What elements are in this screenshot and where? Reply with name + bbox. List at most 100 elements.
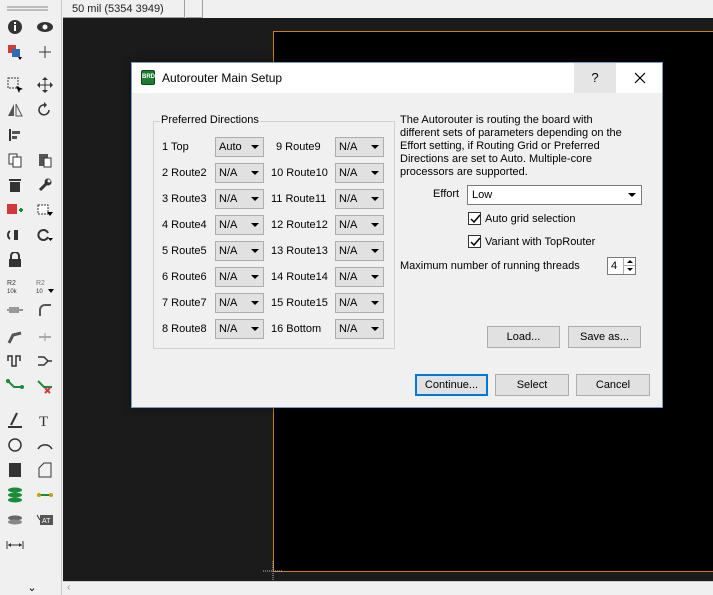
circle-icon[interactable] [5,435,25,455]
crosshair-cursor [263,561,283,581]
help-button[interactable]: ? [574,63,616,93]
layer-label: 12 Route12 [271,219,328,231]
preferred-directions-title: Preferred Directions [160,114,260,126]
status-bar: 50 mil (5354 3949) [63,0,713,18]
route-diff-icon[interactable] [35,351,55,371]
variant-toprouter-checkbox[interactable] [468,235,481,248]
replace-icon[interactable] [35,200,55,220]
layer-direction-select[interactable]: N/A [215,267,264,287]
layer-direction-value: N/A [219,245,238,257]
chevron-down-icon [371,275,379,279]
add-part-icon[interactable] [5,200,25,220]
threads-spinbox[interactable]: 4 [607,257,636,275]
arc-icon[interactable] [35,435,55,455]
line-icon[interactable] [5,410,25,430]
miter-icon[interactable] [35,300,55,320]
name-icon[interactable]: R2 10 [35,277,55,297]
move-icon[interactable] [35,75,55,95]
signal-icon[interactable] [35,485,55,505]
select-button[interactable]: Select [495,374,569,396]
route-icon[interactable] [5,376,25,396]
value-icon[interactable]: R2 10k [5,277,25,297]
polygon-icon[interactable] [35,460,55,480]
layer-direction-value: N/A [339,297,358,309]
layer-direction-value: N/A [219,193,238,205]
layer-direction-select[interactable]: N/A [335,137,384,157]
coordinate-display: 50 mil (5354 3949) [63,0,185,18]
layer-direction-select[interactable]: N/A [335,267,384,287]
layer-direction-value: N/A [219,167,238,179]
spin-down-icon[interactable] [623,266,635,274]
chevron-down-icon [371,249,379,253]
layer-label: 14 Route14 [271,271,328,283]
layer-direction-value: N/A [219,323,238,335]
info-icon[interactable] [5,17,25,37]
layer-direction-select[interactable]: N/A [215,189,264,209]
save-as-button[interactable]: Save as... [568,326,641,348]
delete-icon[interactable] [5,175,25,195]
dimension-icon[interactable] [5,535,25,555]
layer-direction-select[interactable]: N/A [335,241,384,261]
select-label: Select [516,379,548,391]
layer-direction-select[interactable]: N/A [335,215,384,235]
layer-direction-select[interactable]: N/A [215,241,264,261]
align-icon[interactable] [5,125,25,145]
wrench-icon[interactable] [35,175,55,195]
lock-icon[interactable] [5,250,25,270]
smash-icon[interactable] [5,300,25,320]
spin-up-icon[interactable] [623,258,635,266]
swap-icon[interactable] [5,225,25,245]
change-icon[interactable] [35,225,55,245]
ripup-icon[interactable] [35,376,55,396]
eye-icon[interactable] [35,17,55,37]
chevron-down-icon [251,171,259,175]
meander-icon[interactable] [5,351,25,371]
via-icon[interactable] [5,485,25,505]
layer-label: 13 Route13 [271,245,328,257]
layer-direction-select[interactable]: N/A [335,189,384,209]
chevron-down-icon [628,193,636,197]
auto-grid-checkbox[interactable] [468,212,481,225]
rect-icon[interactable] [5,460,25,480]
layer-direction-select[interactable]: N/A [215,319,264,339]
continue-button[interactable]: Continue... [415,374,488,396]
split-icon[interactable] [5,327,25,347]
layer-direction-select[interactable]: N/A [215,163,264,183]
cancel-button[interactable]: Cancel [576,374,650,396]
threads-value: 4 [611,260,618,272]
text-icon[interactable]: T [35,410,55,430]
layer-direction-select[interactable]: N/A [215,293,264,313]
chevron-down-icon [371,327,379,331]
mirror-icon[interactable] [5,100,25,120]
copy-icon[interactable] [5,150,25,170]
horizontal-scrollbar[interactable]: ‹ [63,581,713,595]
chevron-down-icon [371,171,379,175]
mark-icon[interactable] [35,42,55,62]
close-button[interactable] [618,63,662,93]
hole-icon[interactable] [5,510,25,530]
rotate-icon[interactable] [35,100,55,120]
layer-direction-select[interactable]: N/A [335,319,384,339]
layer-direction-select[interactable]: Auto [215,137,264,157]
effort-value: Low [472,189,493,201]
save-as-label: Save as... [580,331,629,343]
layer-direction-select[interactable]: N/A [215,215,264,235]
effort-select[interactable]: Low [467,185,642,205]
scroll-left-icon[interactable]: ‹ [67,582,70,593]
dialog-titlebar[interactable]: BRD Autorouter Main Setup ? [132,63,662,93]
help-label: ? [591,70,599,85]
layer-direction-value: N/A [339,219,358,231]
auto-grid-label: Auto grid selection [485,213,576,225]
layer-label: 11 Route11 [271,193,327,205]
select-icon[interactable] [5,75,25,95]
layer-direction-select[interactable]: N/A [335,163,384,183]
attribute-icon[interactable]: AT [35,510,55,530]
more-tools-icon[interactable]: ⌄ [22,581,42,595]
paste-icon[interactable] [35,150,55,170]
load-button[interactable]: Load... [487,326,560,348]
checkmark-icon [470,214,481,224]
autorouter-dialog: BRD Autorouter Main Setup ? Preferred Di… [131,62,663,408]
layers-icon[interactable] [5,42,25,62]
layer-direction-select[interactable]: N/A [335,293,384,313]
optimize-icon[interactable] [35,327,55,347]
